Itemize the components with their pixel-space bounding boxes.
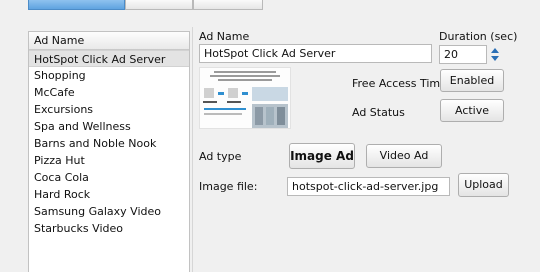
- ad-status-button[interactable]: Active: [440, 99, 504, 122]
- duration-spinner: [488, 45, 502, 64]
- list-item[interactable]: Pizza Hut: [29, 152, 189, 169]
- ad-list-header[interactable]: Ad Name: [29, 32, 189, 50]
- list-item[interactable]: Barns and Noble Nook: [29, 135, 189, 152]
- ad-list: Ad Name HotSpot Click Ad Server Shopping M…: [28, 31, 190, 272]
- top-tab-3[interactable]: [193, 0, 263, 10]
- top-tab-1[interactable]: [28, 0, 125, 10]
- ad-status-label: Ad Status: [352, 106, 405, 119]
- list-item[interactable]: Shopping: [29, 67, 189, 84]
- ad-name-field[interactable]: HotSpot Click Ad Server: [199, 44, 432, 63]
- list-item[interactable]: McCafe: [29, 84, 189, 101]
- ad-name-label: Ad Name: [199, 30, 250, 43]
- image-file-label: Image file:: [199, 180, 258, 193]
- duration-label: Duration (sec): [439, 30, 518, 43]
- image-file-field[interactable]: hotspot-click-ad-server.jpg: [287, 177, 450, 196]
- list-item[interactable]: Samsung Galaxy Video: [29, 203, 189, 220]
- ad-type-label: Ad type: [199, 150, 242, 163]
- list-item[interactable]: Starbucks Video: [29, 220, 189, 237]
- chevron-up-icon[interactable]: [488, 45, 502, 54]
- list-item[interactable]: Excursions: [29, 101, 189, 118]
- duration-field[interactable]: 20: [439, 45, 487, 64]
- list-item[interactable]: Coca Cola: [29, 169, 189, 186]
- free-access-timer-button[interactable]: Enabled: [440, 69, 504, 92]
- list-item[interactable]: Spa and Wellness: [29, 118, 189, 135]
- list-item[interactable]: HotSpot Click Ad Server: [29, 50, 189, 67]
- list-item[interactable]: Hard Rock: [29, 186, 189, 203]
- upload-button[interactable]: Upload: [458, 173, 509, 197]
- image-ad-button[interactable]: Image Ad: [289, 143, 355, 169]
- video-ad-button[interactable]: Video Ad: [366, 144, 442, 168]
- ad-image-thumbnail: [199, 67, 291, 129]
- panel-divider: [192, 27, 193, 272]
- chevron-down-icon[interactable]: [488, 54, 502, 63]
- free-access-timer-label: Free Access Timer: [352, 77, 452, 90]
- top-tab-2[interactable]: [125, 0, 193, 10]
